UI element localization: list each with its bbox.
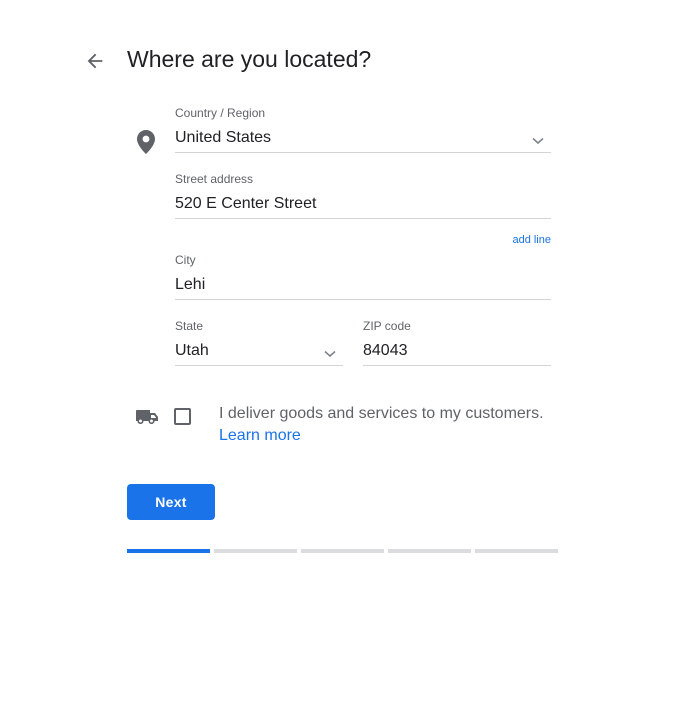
truck-icon [135, 408, 159, 426]
map-pin-icon [137, 130, 155, 154]
progress-step [388, 549, 471, 553]
city-underline [175, 299, 551, 300]
country-value: United States [175, 129, 272, 146]
progress-step [127, 549, 210, 553]
progress-step [301, 549, 384, 553]
progress-step [214, 549, 297, 553]
chevron-down-icon [531, 133, 545, 145]
street-address-field[interactable]: Street address 520 E Center Street [175, 172, 551, 219]
chevron-down-icon [323, 346, 337, 358]
next-button[interactable]: Next [127, 484, 215, 520]
back-arrow-icon[interactable] [84, 50, 106, 72]
zip-code-value: 84043 [363, 342, 408, 359]
delivery-checkbox[interactable] [174, 408, 191, 425]
street-address-underline [175, 218, 551, 219]
country-underline [175, 152, 551, 153]
country-label: Country / Region [175, 106, 266, 120]
country-select[interactable]: Country / Region United States [175, 106, 551, 153]
city-field[interactable]: City Lehi [175, 253, 551, 300]
zip-code-underline [363, 365, 551, 366]
state-value: Utah [175, 342, 209, 359]
state-select[interactable]: State Utah [175, 319, 343, 366]
zip-code-field[interactable]: ZIP code 84043 [363, 319, 551, 366]
street-address-label: Street address [175, 172, 254, 186]
street-address-value: 520 E Center Street [175, 195, 317, 212]
state-label: State [175, 319, 204, 333]
learn-more-link[interactable]: Learn more [219, 427, 301, 445]
progress-step [475, 549, 558, 553]
zip-code-label: ZIP code [363, 319, 411, 333]
add-line-link[interactable]: add line [451, 234, 551, 246]
page-title: Where are you located? [127, 46, 372, 72]
state-underline [175, 365, 343, 366]
city-value: Lehi [175, 276, 206, 293]
delivery-label: I deliver goods and services to my custo… [219, 405, 544, 422]
city-label: City [175, 253, 196, 267]
